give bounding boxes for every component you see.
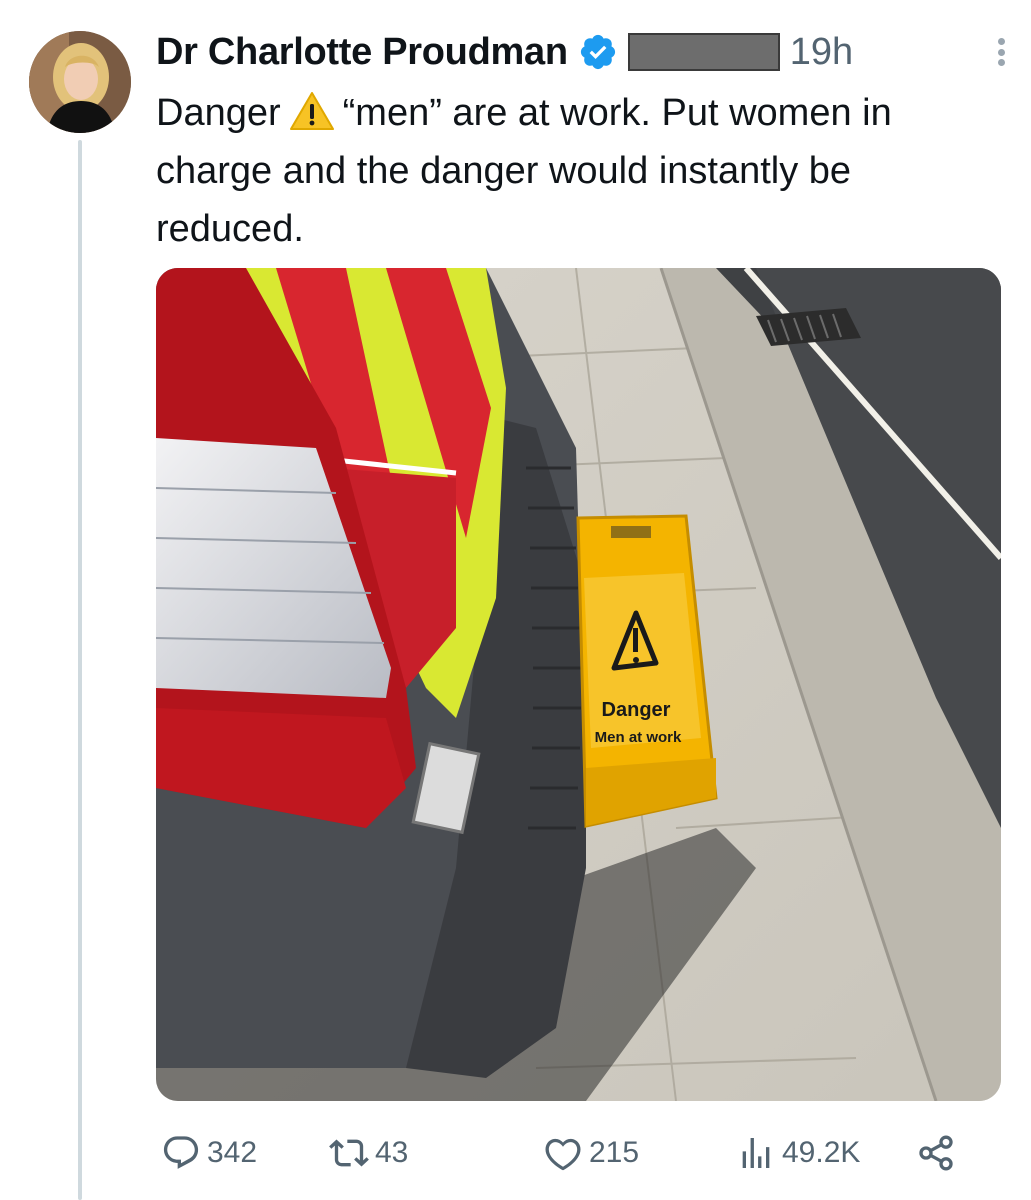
tweet-header: Dr Charlotte Proudman 19h (156, 24, 1011, 80)
views-button[interactable]: 49.2K (736, 1128, 860, 1178)
reply-icon (163, 1136, 199, 1169)
heart-icon (545, 1138, 581, 1171)
like-button[interactable]: 215 (543, 1128, 639, 1178)
author-name[interactable]: Dr Charlotte Proudman (156, 31, 568, 74)
repost-button[interactable]: 43 (329, 1128, 408, 1178)
reply-count: 342 (207, 1136, 258, 1169)
warning-emoji-icon (289, 92, 334, 130)
sign-text-danger: Danger (602, 699, 671, 721)
tweet-text-start: Danger (156, 92, 281, 134)
like-count: 215 (589, 1136, 640, 1169)
timestamp[interactable]: 19h (790, 31, 853, 74)
share-button[interactable] (916, 1128, 956, 1178)
share-icon (919, 1135, 953, 1171)
tweet-text: Danger “men” are at work. Put women in ch… (156, 84, 1006, 258)
thread-line (78, 140, 82, 1200)
avatar-photo (29, 31, 131, 133)
views-bar-chart-icon (742, 1138, 770, 1168)
more-options-icon[interactable] (991, 32, 1011, 72)
views-count: 49.2K (782, 1136, 861, 1169)
avatar[interactable] (29, 31, 131, 133)
redacted-handle (627, 33, 780, 71)
repost-count: 43 (375, 1136, 409, 1169)
tweet-actions: 342 43 215 49.2K (156, 1128, 976, 1178)
repost-icon (329, 1139, 369, 1167)
verified-badge-icon[interactable] (578, 32, 618, 72)
reply-button[interactable]: 342 (161, 1128, 257, 1178)
photo-van-and-danger-sign: Danger Men at work (156, 268, 1001, 1101)
sign-text-men-at-work: Men at work (595, 729, 682, 746)
tweet-photo[interactable]: Danger Men at work (156, 268, 1001, 1101)
